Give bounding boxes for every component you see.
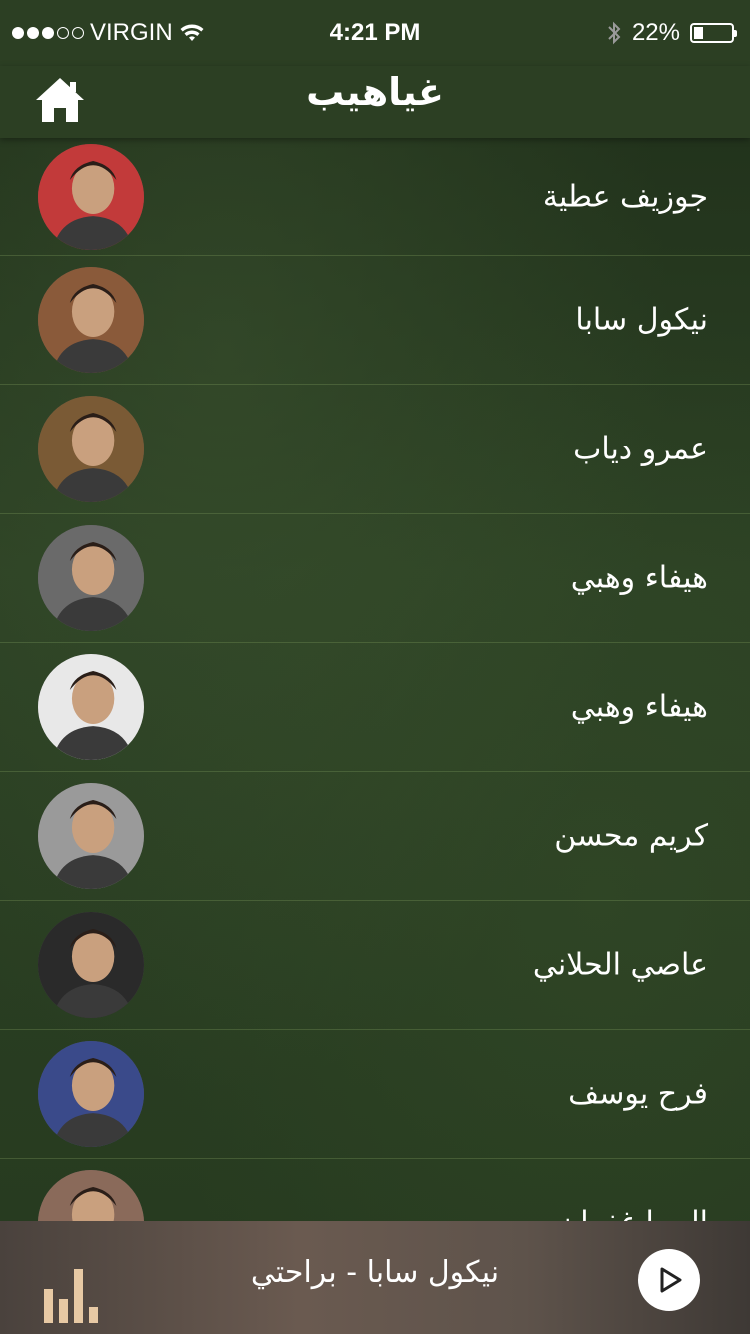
artist-avatar — [38, 1170, 144, 1221]
artist-name: عاصي الحلاني — [532, 947, 708, 983]
artist-avatar — [38, 654, 144, 760]
artist-row[interactable]: نيكول سابا — [0, 256, 750, 385]
artist-avatar — [38, 912, 144, 1018]
artist-avatar — [38, 143, 144, 250]
artist-avatar — [38, 1041, 144, 1147]
play-icon — [660, 1267, 682, 1293]
battery-icon — [690, 23, 737, 43]
artist-avatar — [38, 783, 144, 889]
artist-list[interactable]: جوزيف عطية نيكول سابا عمرو دياب هيفاء وهبي ه… — [0, 138, 750, 1221]
mini-player[interactable]: نيكول سابا - براحتي — [0, 1221, 750, 1334]
artist-avatar — [38, 267, 144, 373]
equalizer-icon[interactable] — [44, 1261, 102, 1323]
artist-name: إليسا غفران — [558, 1206, 708, 1222]
bluetooth-icon — [608, 21, 621, 45]
battery-percent: 22% — [631, 19, 680, 46]
play-button[interactable] — [638, 1249, 700, 1311]
now-playing-title: نيكول سابا - براحتي — [250, 1255, 500, 1290]
artist-name: كريم محسن — [554, 818, 708, 854]
artist-row[interactable]: هيفاء وهبي — [0, 643, 750, 772]
artist-row[interactable]: عمرو دياب — [0, 385, 750, 514]
artist-row[interactable]: هيفاء وهبي — [0, 514, 750, 643]
artist-name: هيفاء وهبي — [570, 560, 708, 596]
artist-row[interactable]: فرح يوسف — [0, 1030, 750, 1159]
battery-group: 22% — [606, 19, 737, 47]
artist-row[interactable]: إليسا غفران — [0, 1159, 750, 1221]
status-bar: VIRGIN 4:21 PM 22% — [0, 0, 750, 66]
page-title: غياهيب — [306, 70, 444, 114]
wifi-icon — [180, 24, 204, 41]
artist-row[interactable]: عاصي الحلاني — [0, 901, 750, 1030]
artist-avatar — [38, 525, 144, 631]
carrier-name: VIRGIN — [90, 19, 173, 46]
artist-name: عمرو دياب — [573, 431, 708, 467]
navigation-bar: غياهيب — [0, 66, 750, 138]
artist-name: فرح يوسف — [568, 1076, 708, 1112]
artist-name: نيكول سابا — [575, 302, 708, 338]
artist-row[interactable]: كريم محسن — [0, 772, 750, 901]
signal-strength-icon — [12, 27, 84, 39]
artist-avatar — [38, 396, 144, 502]
artist-row[interactable]: جوزيف عطية — [0, 138, 750, 256]
artist-name: هيفاء وهبي — [570, 689, 708, 725]
artist-name: جوزيف عطية — [542, 179, 708, 214]
carrier-group: VIRGIN — [12, 19, 205, 47]
